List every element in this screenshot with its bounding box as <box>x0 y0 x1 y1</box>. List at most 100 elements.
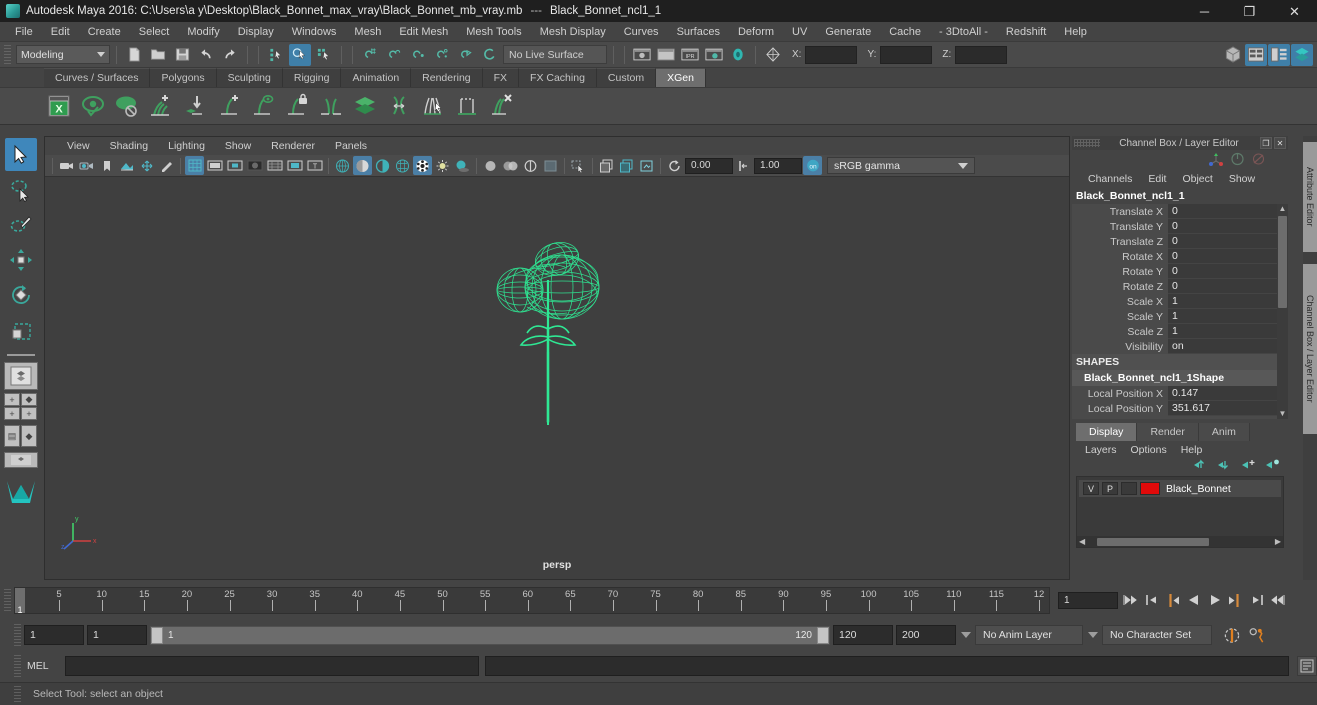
isolate-select-icon[interactable] <box>481 156 500 175</box>
film-gate-icon[interactable] <box>205 156 224 175</box>
animation-start-time-field[interactable]: 1 <box>24 625 84 645</box>
flat-shade-icon[interactable] <box>373 156 392 175</box>
viewport-menu-renderer[interactable]: Renderer <box>261 139 325 153</box>
viewport-menu-lighting[interactable]: Lighting <box>158 139 215 153</box>
lasso-select-tool-button[interactable] <box>5 173 37 206</box>
menu-item-select[interactable]: Select <box>130 24 179 40</box>
color-management-selector[interactable]: sRGB gamma <box>827 157 975 174</box>
step-back-frame-icon[interactable] <box>1164 592 1181 609</box>
shaded-wireframe-icon[interactable] <box>393 156 412 175</box>
disable-preview-icon[interactable] <box>112 91 142 122</box>
viewport-snapshot-icon[interactable] <box>597 156 616 175</box>
scroll-up-arrow-icon[interactable]: ▲ <box>1278 204 1287 214</box>
channel-value-field[interactable]: 0 <box>1168 279 1288 294</box>
xray-icon[interactable] <box>501 156 520 175</box>
gate-mask-icon[interactable] <box>245 156 264 175</box>
layer-editor-tab-display[interactable]: Display <box>1076 423 1138 441</box>
xray-joints-icon[interactable] <box>521 156 540 175</box>
channel-row[interactable]: Translate Z0 <box>1072 234 1288 249</box>
move-tool-button[interactable] <box>5 243 37 276</box>
axis-x-field[interactable] <box>805 45 858 64</box>
snap-to-curve-icon[interactable] <box>383 44 405 66</box>
two-by-two-layout-button[interactable]: + <box>4 407 20 420</box>
layer-color-swatch[interactable] <box>1140 482 1160 495</box>
gamma-icon[interactable] <box>734 156 753 175</box>
layer-name[interactable]: Black_Bonnet <box>1166 483 1231 495</box>
layer-list-horizontal-scrollbar[interactable]: ◀ ▶ <box>1077 536 1283 547</box>
layer-editor-tab-anim[interactable]: Anim <box>1198 423 1250 441</box>
channel-label[interactable]: Rotate Z <box>1072 281 1168 293</box>
rotate-tool-button[interactable] <box>5 278 37 311</box>
channel-label[interactable]: Scale Z <box>1072 326 1168 338</box>
channel-box-scroll-thumb[interactable] <box>1278 216 1287 308</box>
current-frame-field[interactable]: 1 <box>1058 591 1118 609</box>
resolution-gate-icon[interactable] <box>225 156 244 175</box>
channel-box-menu-edit[interactable]: Edit <box>1140 173 1174 185</box>
menu-item-3dtoall[interactable]: - 3DtoAll - <box>930 24 997 40</box>
channel-value-field[interactable]: 0.147 <box>1168 386 1288 401</box>
shelf-tab-custom[interactable]: Custom <box>596 68 657 87</box>
menu-item-surfaces[interactable]: Surfaces <box>668 24 729 40</box>
channel-row[interactable]: Visibility on <box>1072 339 1288 354</box>
sculpt-layers-icon[interactable] <box>350 91 380 122</box>
channel-row[interactable]: Translate X0 <box>1072 204 1288 219</box>
select-by-object-icon[interactable] <box>289 43 311 66</box>
channel-value-field[interactable]: 0 <box>1168 219 1288 234</box>
help-line-grip[interactable] <box>14 686 21 702</box>
layout-grid-buttons-2[interactable]: ▤ ◆ <box>4 425 38 447</box>
menu-item-edit[interactable]: Edit <box>42 24 79 40</box>
minimize-button[interactable]: ─ <box>1182 0 1227 22</box>
show-hide-modeling-toolkit-icon[interactable] <box>1222 44 1244 66</box>
lock-guide-icon[interactable] <box>282 91 312 122</box>
duplicate-view-icon[interactable] <box>617 156 636 175</box>
add-groom-icon[interactable] <box>146 91 176 122</box>
layer-editor-menu-help[interactable]: Help <box>1174 444 1210 456</box>
snap-to-grid-icon[interactable] <box>359 44 381 66</box>
scale-tool-button[interactable] <box>5 313 37 346</box>
axis-y-field[interactable] <box>880 45 933 64</box>
undock-panel-button[interactable]: ❐ <box>1260 137 1272 149</box>
scroll-down-arrow-icon[interactable]: ▼ <box>1278 409 1287 419</box>
hide-manipulator-icon[interactable] <box>1251 152 1266 169</box>
show-channel-box-icon[interactable] <box>1291 43 1313 66</box>
select-camera-icon[interactable] <box>57 156 76 175</box>
editor-toggle-icon[interactable] <box>762 44 784 66</box>
channel-value-field[interactable]: 1 <box>1168 309 1288 324</box>
channel-value-field[interactable]: 351.617 <box>1168 401 1288 416</box>
channel-row[interactable]: Scale Y1 <box>1072 309 1288 324</box>
anim-layer-field[interactable]: No Anim Layer <box>975 625 1083 645</box>
move-layer-down-icon[interactable] <box>1217 458 1232 474</box>
clump-tool-icon[interactable] <box>418 91 448 122</box>
close-button[interactable]: ✕ <box>1272 0 1317 22</box>
channel-label[interactable]: Translate Z <box>1072 236 1168 248</box>
channel-value-field[interactable]: 1 <box>1168 324 1288 339</box>
ipr-render-icon[interactable]: IPR <box>679 44 701 66</box>
playback-start-time-field[interactable]: 1 <box>87 625 147 645</box>
two-d-pan-zoom-icon[interactable] <box>137 156 156 175</box>
image-plane-icon[interactable] <box>117 156 136 175</box>
channel-box-scrollbar[interactable]: ▲ ▼ <box>1277 204 1288 419</box>
toolbar-grip[interactable] <box>4 44 11 65</box>
menu-set-selector[interactable]: Modeling <box>16 45 110 64</box>
menu-item-mesh-tools[interactable]: Mesh Tools <box>457 24 530 40</box>
save-scene-icon[interactable] <box>171 44 193 66</box>
range-slider-bar[interactable]: 1 120 <box>150 625 830 645</box>
mirror-guides-icon[interactable] <box>316 91 346 122</box>
layer-editor-tab-render[interactable]: Render <box>1137 423 1199 441</box>
play-backwards-icon[interactable] <box>1185 592 1202 609</box>
exposure-field[interactable]: 0.00 <box>685 157 733 174</box>
range-slider-left-handle[interactable] <box>151 626 163 644</box>
viewport-canvas[interactable]: y x z persp <box>45 177 1069 579</box>
shelf-tab-rendering[interactable]: Rendering <box>411 68 483 87</box>
single-perspective-layout-button[interactable] <box>4 362 38 390</box>
move-layer-up-icon[interactable] <box>1193 458 1208 474</box>
menu-item-generate[interactable]: Generate <box>816 24 880 40</box>
shadows-icon[interactable] <box>453 156 472 175</box>
display-layer-row[interactable]: V P Black_Bonnet <box>1079 480 1281 497</box>
menu-item-help[interactable]: Help <box>1055 24 1096 40</box>
add-guide-icon[interactable] <box>214 91 244 122</box>
channel-value-field[interactable]: 0 <box>1168 204 1288 219</box>
animation-end-time-field[interactable]: 200 <box>896 625 956 645</box>
grease-pencil-icon[interactable] <box>157 156 176 175</box>
command-output-field[interactable] <box>485 656 1289 676</box>
